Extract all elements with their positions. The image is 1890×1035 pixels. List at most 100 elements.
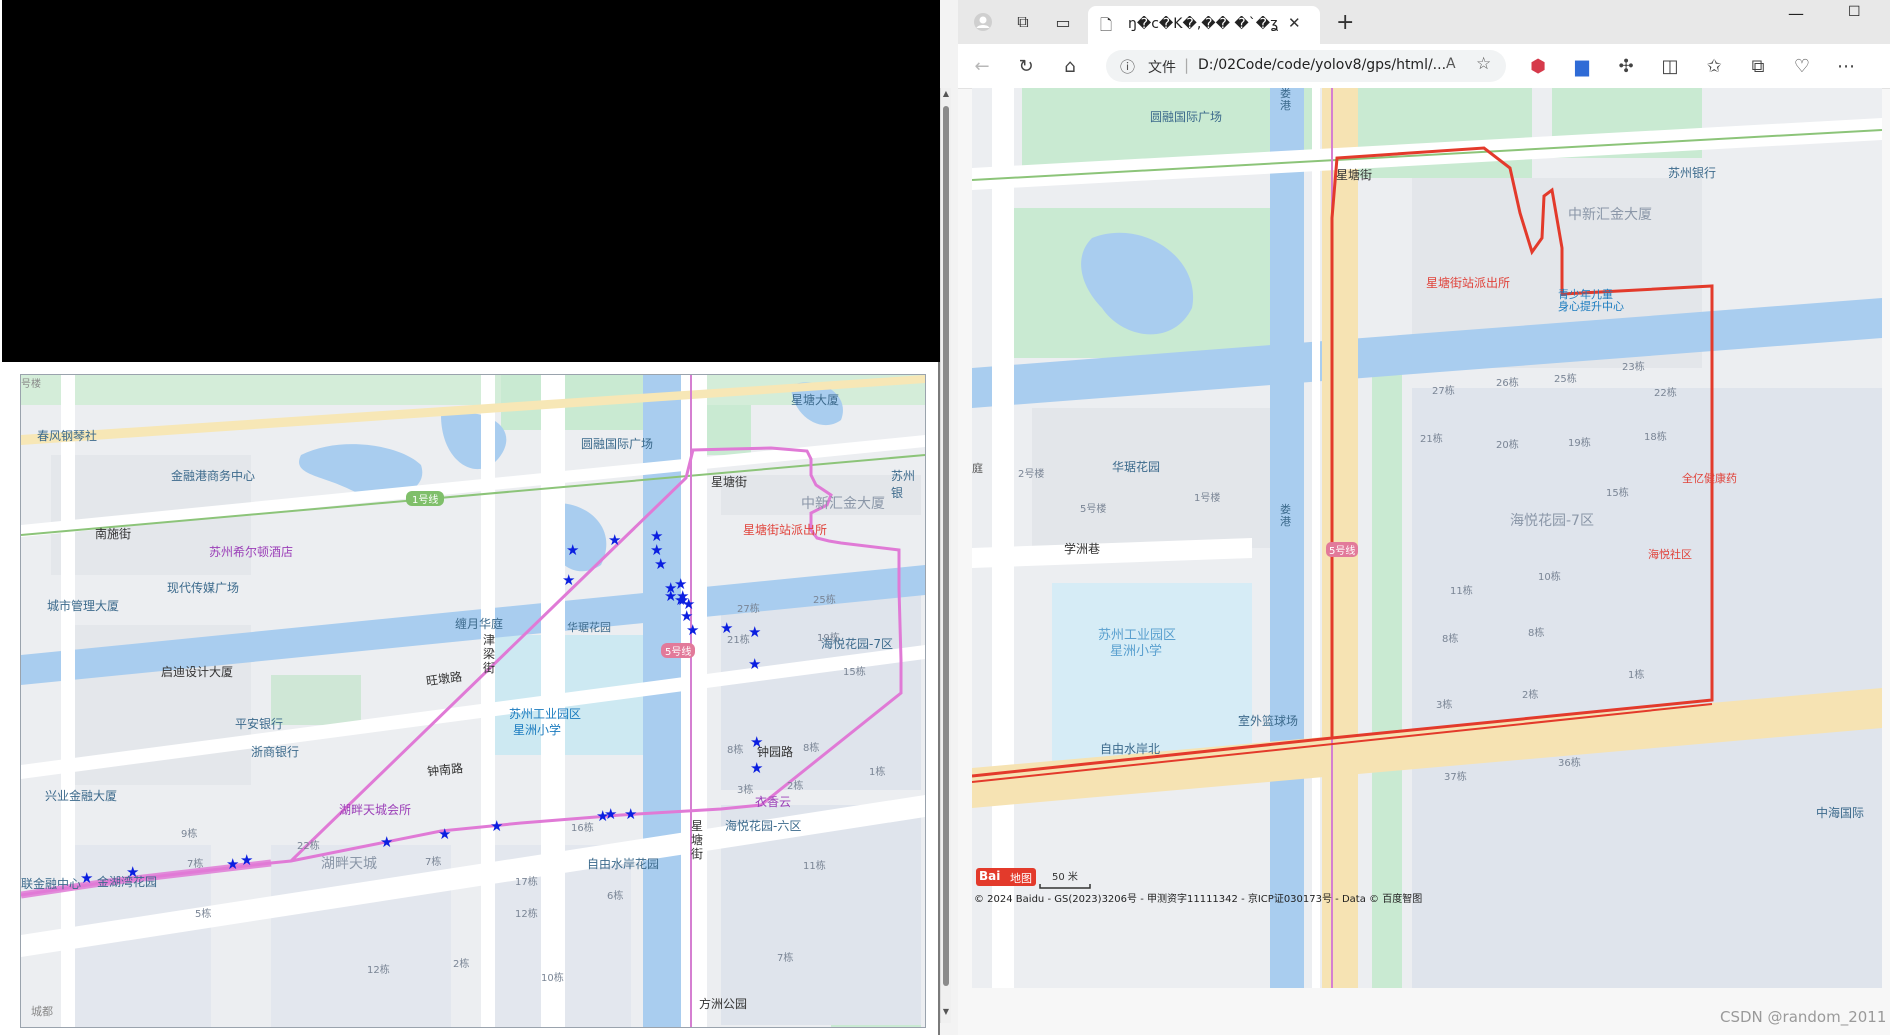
poi-label: 中新汇金大厦 <box>1568 207 1652 223</box>
building-label: 6栋 <box>607 891 624 902</box>
browser-window: ⧉ ▭ 🗋 ŋ�c�K�,�� �`�ʓ�ʒ� ✕ + — ☐ ← ↻ ⌂ ⓘ … <box>958 0 1890 1035</box>
close-icon[interactable]: ✕ <box>1288 14 1301 32</box>
building-label: 1栋 <box>869 767 886 778</box>
building-label: 8栋 <box>803 743 820 754</box>
poi-label: 平安银行 <box>235 717 284 731</box>
metro-station-label: 南施街 <box>95 527 132 541</box>
shield-extension-icon[interactable]: ⬢ <box>1524 52 1552 80</box>
trajectory-star-marker: ★ <box>240 851 254 869</box>
trajectory-star-marker: ★ <box>380 833 394 851</box>
address-scheme-label: 文件 <box>1148 60 1176 76</box>
poi-label: 春风钢琴社 <box>37 429 98 443</box>
baidu-logo[interactable]: Bai 地图 <box>976 868 1036 886</box>
building-label: 10栋 <box>541 973 564 984</box>
back-icon[interactable]: ← <box>968 52 996 80</box>
poi-label: 启迪设计大厦 <box>161 665 234 679</box>
minimize-icon[interactable]: — <box>1788 4 1804 23</box>
metro-station-label: 星塘街 <box>711 475 748 489</box>
road-label: 星塘街 <box>691 819 704 861</box>
building-label: 9栋 <box>181 829 198 840</box>
water-label: 娄港 <box>1280 88 1291 112</box>
building-label: 19栋 <box>1568 438 1591 449</box>
building-label: 37栋 <box>1444 772 1467 783</box>
poi-label: 中新汇金大厦 <box>801 496 885 512</box>
address-url[interactable]: D:/02Code/code/yolov8/gps/html/... <box>1198 57 1446 73</box>
right-map-canvas <box>972 88 1882 988</box>
building-label: 26栋 <box>1496 378 1519 389</box>
workspaces-icon[interactable]: ⧉ <box>1008 7 1038 37</box>
maximize-icon[interactable]: ☐ <box>1848 4 1861 20</box>
split-icon[interactable]: ◫ <box>1656 52 1684 80</box>
building-label: 1栋 <box>1628 670 1645 681</box>
tab-active[interactable]: 🗋 ŋ�c�K�,�� �`�ʓ�ʒ� ✕ <box>1088 6 1320 44</box>
trajectory-star-marker: ★ <box>750 759 764 777</box>
trajectory-star-marker: ★ <box>608 531 622 549</box>
poi-label: 联金融中心 <box>21 877 82 891</box>
right-map-view[interactable]: 圆融国际广场 星塘街 苏州银行 中新汇金大厦 星塘街站派出所 青少年儿童 身心提… <box>972 88 1882 988</box>
left-map-view[interactable]: 春风钢琴社 金融港商务中心 南施街 1号线 苏州希尔顿酒店 现代传媒广场 城市管… <box>20 374 926 1028</box>
more-icon[interactable]: ⋯ <box>1832 52 1860 80</box>
building-label: 25栋 <box>1554 374 1577 385</box>
scrollbar-thumb[interactable] <box>943 106 949 986</box>
watermark-text: CSDN @random_2011 <box>1720 1008 1887 1026</box>
left-scrollbar[interactable]: ▲ ▼ <box>940 88 951 1023</box>
poi-label: 星塘大厦 <box>791 393 840 407</box>
address-bar[interactable]: ⓘ 文件 | D:/02Code/code/yolov8/gps/html/..… <box>1106 50 1506 82</box>
trajectory-star-marker: ★ <box>674 575 688 593</box>
metro-line-label: 5号线 <box>1326 542 1359 557</box>
poi-label: 城市管理大厦 <box>47 599 120 613</box>
scroll-up-arrow-icon[interactable]: ▲ <box>942 90 950 98</box>
home-icon[interactable]: ⌂ <box>1056 52 1084 80</box>
building-label: 19栋 <box>817 633 840 644</box>
building-label: 27栋 <box>1432 386 1455 397</box>
extension-icon[interactable]: ✣ <box>1612 52 1640 80</box>
trajectory-star-marker: ★ <box>750 733 764 751</box>
favorites-list-icon[interactable]: ✩ <box>1700 52 1728 80</box>
refresh-icon[interactable]: ↻ <box>1012 52 1040 80</box>
building-label: 2栋 <box>453 959 470 970</box>
building-label: 10栋 <box>1538 572 1561 583</box>
poi-label: 中海国际 <box>1816 806 1865 820</box>
info-icon[interactable]: ⓘ <box>1120 56 1135 77</box>
building-label: 8栋 <box>727 745 744 756</box>
metro-line-label: 5号线 <box>661 643 696 658</box>
trajectory-star-marker: ★ <box>654 555 668 573</box>
scroll-down-arrow-icon[interactable]: ▼ <box>942 1008 950 1016</box>
building-label: 8栋 <box>1528 628 1545 639</box>
poi-label: 城都 <box>31 1005 53 1018</box>
navigation-bar: ← ↻ ⌂ ⓘ 文件 | D:/02Code/code/yolov8/gps/h… <box>958 44 1890 89</box>
bookmark-extension-icon[interactable]: ▆ <box>1568 52 1596 80</box>
scale-label: 50 米 <box>1052 872 1078 883</box>
building-label: 15栋 <box>1606 488 1629 499</box>
trajectory-star-marker: ★ <box>604 805 618 823</box>
poi-label: 华琚花园 <box>567 621 611 634</box>
building-label: 18栋 <box>1644 432 1667 443</box>
tab-bar: ⧉ ▭ 🗋 ŋ�c�K�,�� �`�ʓ�ʒ� ✕ + — ☐ <box>958 0 1890 44</box>
map-copyright: © 2024 Baidu - GS(2023)3206号 - 甲测资字11111… <box>974 894 1423 905</box>
profile-icon[interactable] <box>968 7 998 37</box>
building-label: 3栋 <box>1436 700 1453 711</box>
poi-label: 星洲小学 <box>1110 644 1163 659</box>
trajectory-star-marker: ★ <box>686 621 700 639</box>
tab-actions-icon[interactable]: ▭ <box>1048 7 1078 37</box>
performance-icon[interactable]: ♡ <box>1788 52 1816 80</box>
poi-label: 华琚花园 <box>1112 460 1161 474</box>
favorite-icon[interactable]: ☆ <box>1476 54 1491 74</box>
poi-label: 圆融国际广场 <box>1150 110 1223 124</box>
building-label: 23栋 <box>1622 362 1645 373</box>
collections-icon[interactable]: ⧉ <box>1744 52 1772 80</box>
poi-label: 现代传媒广场 <box>167 581 240 595</box>
poi-label: 湖畔天城会所 <box>339 803 412 817</box>
left-app-window: 春风钢琴社 金融港商务中心 南施街 1号线 苏州希尔顿酒店 现代传媒广场 城市管… <box>0 0 951 1035</box>
read-aloud-icon[interactable]: A <box>1446 56 1456 72</box>
building-label: 5号楼 <box>1080 504 1107 515</box>
plus-icon[interactable]: + <box>1336 10 1354 35</box>
building-label: 27栋 <box>737 604 760 615</box>
building-label: 2号楼 <box>1018 469 1045 480</box>
trajectory-star-marker: ★ <box>566 541 580 559</box>
building-label: 25栋 <box>813 595 836 606</box>
building-label: 11栋 <box>803 861 826 872</box>
poi-label: 身心提升中心 <box>1558 300 1624 313</box>
poi-label: 苏州希尔顿酒店 <box>209 545 294 559</box>
poi-label: 庭 <box>972 462 983 475</box>
